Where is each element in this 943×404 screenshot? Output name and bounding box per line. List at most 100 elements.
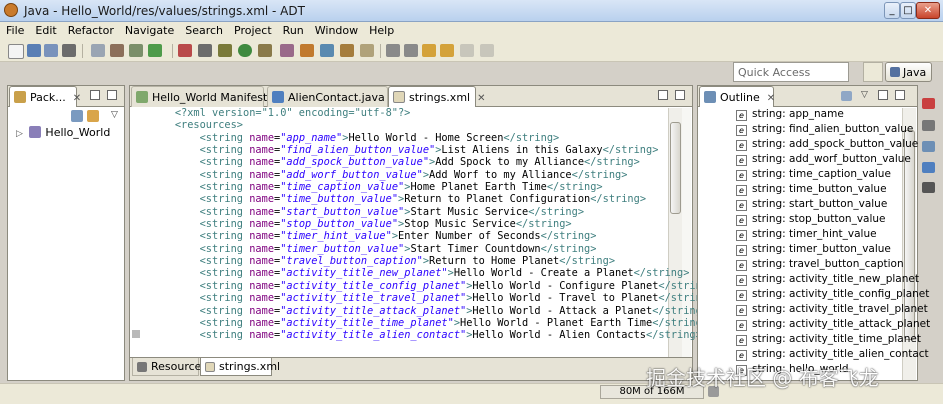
expand-icon[interactable]: ▷ <box>16 129 23 139</box>
maximize-view-icon[interactable] <box>107 90 117 100</box>
outline-item[interactable]: e string: activity_title_alien_contact <box>736 348 929 363</box>
back-icon[interactable] <box>440 44 454 57</box>
xml-tag: </string> <box>559 255 616 268</box>
menu-refactor[interactable]: Refactor <box>62 22 119 37</box>
xml-attribute: name <box>249 181 275 194</box>
code-line: <resources> <box>150 119 714 131</box>
minimize-editor-icon[interactable] <box>658 90 668 100</box>
java-perspective-button[interactable]: Java <box>885 62 932 82</box>
menu-navigate[interactable]: Navigate <box>119 22 179 37</box>
tab-strings-xml[interactable]: strings.xml ✕ <box>388 86 485 107</box>
menu-file[interactable]: File <box>0 22 29 37</box>
tab-alien-contact-java[interactable]: AlienContact.java <box>267 86 388 107</box>
xml-attribute-value: "activity_title_attack_planet" <box>280 304 467 317</box>
new-icon[interactable] <box>8 44 24 59</box>
menu-search[interactable]: Search <box>179 22 228 37</box>
outline-item[interactable]: e string: start_button_value <box>736 198 887 213</box>
run-icon[interactable] <box>238 44 252 57</box>
coverage-icon[interactable] <box>258 44 272 57</box>
forward-icon[interactable] <box>460 44 474 57</box>
javadoc-icon[interactable] <box>922 141 935 152</box>
save-all-icon[interactable] <box>44 44 58 57</box>
xml-tag: <string <box>199 316 250 329</box>
menu-edit[interactable]: Edit <box>29 22 61 37</box>
window-title: Java - Hello_World/res/values/strings.xm… <box>24 4 305 18</box>
outline-item[interactable]: e string: activity_title_config_planet <box>736 288 929 303</box>
ddms-icon[interactable] <box>922 98 935 109</box>
menu-project[interactable]: Project <box>228 22 277 37</box>
collapse-all-icon[interactable] <box>841 91 852 101</box>
pin-editor-icon[interactable] <box>480 44 494 57</box>
search-icon[interactable] <box>360 44 374 57</box>
outline-item-label: string: activity_title_travel_planet <box>752 303 928 315</box>
code-line: <string name="activity_title_time_planet… <box>150 317 714 329</box>
tab-package-explorer[interactable]: Pack... ✕ <box>9 86 81 107</box>
outline-item[interactable]: e string: travel_button_caption <box>736 258 904 273</box>
outline-item-label: string: activity_title_config_planet <box>752 288 930 300</box>
menu-window[interactable]: Window <box>309 22 363 37</box>
minimize-view-icon[interactable] <box>90 90 100 100</box>
xml-tag: <string <box>199 329 250 342</box>
view-menu-icon[interactable]: ▽ <box>111 110 118 120</box>
menu-run[interactable]: Run <box>277 22 309 37</box>
outline-item[interactable]: e string: activity_title_time_planet <box>736 333 921 348</box>
new-java-class-icon[interactable] <box>320 44 334 57</box>
maximize-view-icon[interactable] <box>895 90 905 100</box>
string-value: Stop Music Service <box>404 218 516 231</box>
outline-item[interactable]: e string: activity_title_travel_planet <box>736 303 928 318</box>
lint-icon[interactable] <box>129 44 143 57</box>
close-icon[interactable]: ✕ <box>767 93 775 104</box>
debug-icon[interactable] <box>218 44 232 57</box>
outline-item[interactable]: e string: timer_hint_value <box>736 228 877 243</box>
outline-item-label: string: activity_title_time_planet <box>752 333 921 345</box>
problems-icon[interactable] <box>922 120 935 131</box>
close-icon[interactable]: ✕ <box>477 93 485 104</box>
console-icon[interactable] <box>922 182 935 193</box>
outline-item-label: string: activity_title_attack_planet <box>752 318 931 330</box>
close-icon[interactable]: ✕ <box>73 93 81 104</box>
tab-outline[interactable]: Outline ✕ <box>699 86 775 107</box>
outline-item[interactable]: e string: stop_button_value <box>736 213 886 228</box>
open-type-icon[interactable] <box>340 44 354 57</box>
outline-item[interactable]: e string: add_spock_button_value <box>736 138 918 153</box>
project-tree-item[interactable]: ▷ Hello_World <box>16 126 110 139</box>
previous-annotation-icon[interactable] <box>404 44 418 57</box>
string-value: Enter Number of Seconds <box>398 230 541 243</box>
menu-help[interactable]: Help <box>363 22 399 37</box>
declaration-icon[interactable] <box>922 162 935 173</box>
xml-code-editor[interactable]: <?xml version="1.0" encoding="utf-8"?> <… <box>150 107 714 342</box>
save-icon[interactable] <box>27 44 41 57</box>
minimize-button[interactable]: _ <box>884 2 900 19</box>
outline-item[interactable]: e string: activity_title_attack_planet <box>736 318 930 333</box>
quick-access-input[interactable]: Quick Access <box>733 62 849 82</box>
outline-item[interactable]: e string: activity_title_new_planet <box>736 273 919 288</box>
maximize-button[interactable]: □ <box>900 2 916 19</box>
view-menu-icon[interactable]: ▽ <box>861 90 868 100</box>
close-button[interactable]: ✕ <box>916 2 940 19</box>
skip-breakpoints-icon[interactable] <box>198 44 212 57</box>
last-edit-location-icon[interactable] <box>422 44 436 57</box>
open-perspective-icon[interactable] <box>863 62 883 82</box>
avd-manager-icon[interactable] <box>110 44 124 57</box>
outline-item[interactable]: e string: time_caption_value <box>736 168 891 183</box>
outline-item[interactable]: e string: add_worf_button_value <box>736 153 911 168</box>
outline-item[interactable]: e string: find_alien_button_value <box>736 123 913 138</box>
maximize-editor-icon[interactable] <box>675 90 685 100</box>
tab-strings-xml-source[interactable]: strings.xml <box>200 358 280 376</box>
new-android-project-icon[interactable] <box>148 44 162 57</box>
tab-hello-world-manifest[interactable]: Hello_World Manifest <box>131 86 267 107</box>
next-annotation-icon[interactable] <box>386 44 400 57</box>
minimize-view-icon[interactable] <box>878 90 888 100</box>
link-with-editor-icon[interactable] <box>87 110 99 122</box>
collapse-all-icon[interactable] <box>71 110 83 122</box>
external-tools-icon[interactable] <box>280 44 294 57</box>
new-java-package-icon[interactable] <box>300 44 314 57</box>
outline-item[interactable]: e string: app_name <box>736 108 844 123</box>
sdk-manager-icon[interactable] <box>91 44 105 57</box>
outline-item[interactable]: e string: time_button_value <box>736 183 887 198</box>
xml-tag: <string <box>199 205 250 218</box>
print-icon[interactable] <box>62 44 76 57</box>
debug-tools-icon[interactable] <box>178 44 192 57</box>
tab-resources[interactable]: Resources <box>132 358 207 376</box>
outline-item[interactable]: e string: timer_button_value <box>736 243 891 258</box>
